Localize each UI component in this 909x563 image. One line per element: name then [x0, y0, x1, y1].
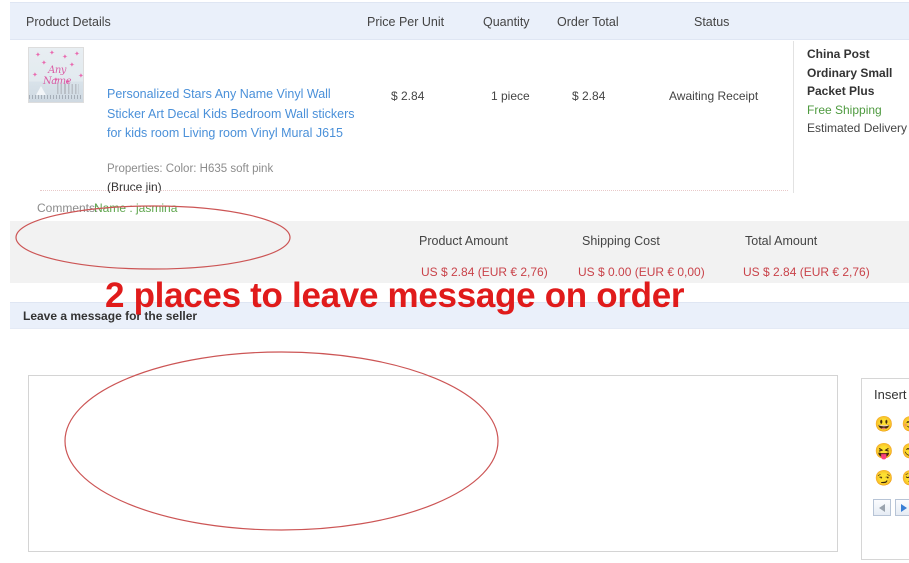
emoji-item[interactable]: 😋	[898, 438, 909, 464]
thumbnail-rail-detail	[57, 84, 79, 94]
emoji-item[interactable]: 😊	[898, 411, 909, 437]
message-panel-title: Leave a message for the seller	[23, 309, 198, 323]
message-panel-body: Insert 😃 😊 😝 😋 😏 😌	[10, 329, 909, 563]
product-amount-label: Product Amount	[419, 234, 508, 248]
message-panel-header: Leave a message for the seller	[10, 302, 909, 329]
order-totals-band: Product Amount US $ 2.84 (EUR € 2,76) Sh…	[10, 221, 909, 283]
emoji-next-button[interactable]	[895, 499, 909, 516]
column-header-quantity: Quantity	[483, 15, 530, 29]
free-shipping-label: Free Shipping	[807, 102, 882, 117]
comments-value: Name : jasmina	[94, 201, 178, 215]
emoji-item[interactable]: 😌	[898, 465, 909, 491]
total-amount-value: US $ 2.84 (EUR € 2,76)	[743, 265, 870, 279]
emoji-item[interactable]: 😝	[871, 438, 897, 464]
thumbnail-floor-detail	[29, 95, 83, 99]
chevron-right-icon	[901, 503, 907, 512]
total-amount-label: Total Amount	[745, 234, 818, 248]
cell-price-per-unit: $ 2.84	[391, 89, 425, 103]
comments-label: Comments:	[37, 201, 99, 215]
shipping-cost-label: Shipping Cost	[582, 234, 660, 248]
order-item-row: ✦ ✦ ✦ ✦ ✦ ✦ ✦ ✦ ✦ ✦ Any Name Personalize…	[10, 41, 909, 215]
emoji-picker-title: Insert	[874, 387, 907, 402]
emoji-grid: 😃 😊 😝 😋 😏 😌	[871, 411, 909, 491]
emoji-picker-panel: Insert 😃 😊 😝 😋 😏 😌	[861, 378, 909, 560]
column-header-status: Status	[694, 15, 730, 29]
comments-row: Comments: Name : jasmina	[10, 193, 909, 221]
leave-message-panel: Leave a message for the seller Insert 😃 …	[10, 302, 909, 563]
chevron-left-icon	[879, 503, 885, 512]
product-title-link[interactable]: Personalized Stars Any Name Vinyl Wall S…	[107, 85, 359, 144]
shipping-cost-value: US $ 0.00 (EUR € 0,00)	[578, 265, 705, 279]
column-header-order-total: Order Total	[557, 15, 619, 29]
column-header-price-per-unit: Price Per Unit	[367, 15, 445, 29]
shipping-info-block: China Post Ordinary Small Packet Plus Fr…	[807, 45, 909, 138]
emoji-pagination	[873, 499, 909, 516]
shipping-column-divider	[793, 41, 794, 193]
cell-order-total: $ 2.84	[572, 89, 606, 103]
cell-status: Awaiting Receipt	[669, 89, 759, 103]
product-amount-value: US $ 2.84 (EUR € 2,76)	[421, 265, 548, 279]
message-textarea[interactable]	[28, 375, 838, 552]
emoji-prev-button[interactable]	[873, 499, 891, 516]
emoji-item[interactable]: 😏	[871, 465, 897, 491]
thumbnail-lamp-detail	[36, 86, 46, 95]
product-thumbnail[interactable]: ✦ ✦ ✦ ✦ ✦ ✦ ✦ ✦ ✦ ✦ Any Name	[28, 47, 84, 103]
emoji-item[interactable]: 😃	[871, 411, 897, 437]
column-header-product-details: Product Details	[26, 15, 111, 29]
shipping-method-name: China Post Ordinary Small Packet Plus	[807, 47, 893, 98]
row-dashed-separator	[40, 190, 788, 191]
product-properties: Properties: Color: H635 soft pink	[107, 163, 274, 175]
order-table-panel: Product Details Price Per Unit Quantity …	[10, 2, 909, 283]
product-seller-name: (Bruce jin)	[107, 180, 162, 194]
cell-quantity: 1 piece	[491, 89, 530, 103]
estimated-delivery-label: Estimated Delivery	[807, 121, 908, 135]
table-header-row: Product Details Price Per Unit Quantity …	[10, 2, 909, 40]
